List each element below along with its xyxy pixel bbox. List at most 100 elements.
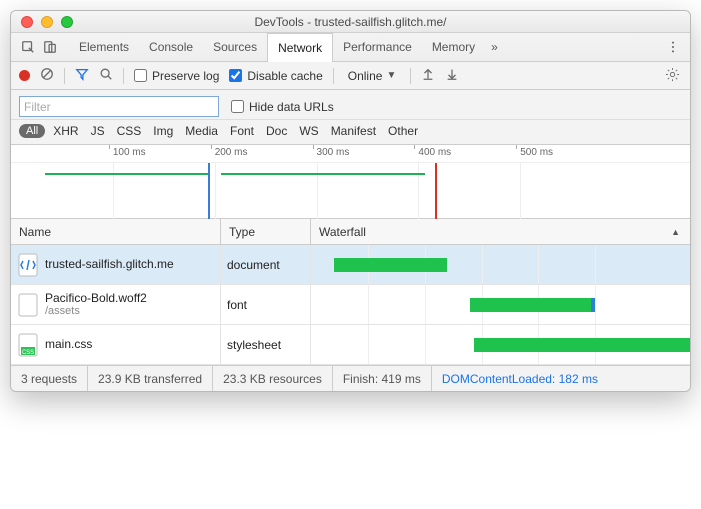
tab-console[interactable]: Console [139, 33, 203, 62]
type-filter-ws[interactable]: WS [295, 124, 322, 138]
titlebar: DevTools - trusted-sailfish.glitch.me/ [11, 11, 690, 33]
file-icon [17, 292, 39, 318]
cell-type: stylesheet [221, 325, 311, 364]
minimize-icon[interactable] [41, 16, 53, 28]
col-waterfall[interactable]: Waterfall ▲ [311, 219, 690, 244]
network-toolbar: Preserve log Disable cache Online ▼ [11, 62, 690, 90]
request-table-body: trusted-sailfish.glitch.medocumentPacifi… [11, 245, 690, 365]
har-import-icon[interactable] [421, 67, 435, 84]
tick-label: 400 ms [418, 147, 451, 158]
tab-sources[interactable]: Sources [203, 33, 267, 62]
table-row[interactable]: Pacifico-Bold.woff2/assetsfont [11, 285, 690, 325]
filter-input[interactable] [19, 96, 219, 117]
cell-name: Pacifico-Bold.woff2/assets [11, 285, 221, 324]
window-title: DevTools - trusted-sailfish.glitch.me/ [11, 15, 690, 29]
type-filter-img[interactable]: Img [149, 124, 177, 138]
file-name: main.css [45, 337, 92, 351]
status-domcontentloaded: DOMContentLoaded: 182 ms [432, 366, 608, 391]
tick-label: 300 ms [317, 147, 350, 158]
tab-list: Elements Console Sources Network Perform… [69, 33, 485, 62]
waterfall-bar [470, 298, 591, 312]
preserve-log-input[interactable] [134, 69, 147, 82]
tab-performance[interactable]: Performance [333, 33, 422, 62]
waterfall-bar [474, 338, 690, 352]
cell-type: document [221, 245, 311, 284]
waterfall-cap [591, 298, 595, 312]
type-filter-css[interactable]: CSS [113, 124, 146, 138]
preserve-log-checkbox[interactable]: Preserve log [134, 69, 219, 83]
type-filter-xhr[interactable]: XHR [49, 124, 82, 138]
chevron-down-icon: ▼ [386, 70, 396, 81]
har-export-icon[interactable] [445, 67, 459, 84]
file-icon [17, 252, 39, 278]
col-type[interactable]: Type [221, 219, 311, 244]
cell-name: CSS main.css [11, 325, 221, 364]
col-waterfall-label: Waterfall [319, 225, 366, 239]
tab-network[interactable]: Network [267, 33, 333, 62]
status-requests: 3 requests [11, 366, 88, 391]
hide-data-urls-checkbox[interactable]: Hide data URLs [231, 100, 334, 114]
devtools-menu-icon[interactable] [664, 38, 682, 56]
window-controls [11, 16, 73, 28]
filter-toggle-icon[interactable] [75, 67, 89, 84]
request-table-header: Name Type Waterfall ▲ [11, 219, 690, 245]
clear-button[interactable] [40, 67, 54, 84]
tick-label: 200 ms [215, 147, 248, 158]
file-name: trusted-sailfish.glitch.me [45, 257, 174, 271]
tab-elements[interactable]: Elements [69, 33, 139, 62]
status-finish: Finish: 419 ms [333, 366, 432, 391]
close-icon[interactable] [21, 16, 33, 28]
cell-type: font [221, 285, 311, 324]
throttling-select[interactable]: Online ▼ [348, 69, 397, 83]
status-transferred: 23.9 KB transferred [88, 366, 213, 391]
status-bar: 3 requests 23.9 KB transferred 23.3 KB r… [11, 365, 690, 391]
filter-bar: Hide data URLs [11, 90, 690, 120]
overview-cursor[interactable] [208, 163, 210, 219]
type-filter-all[interactable]: All [19, 124, 45, 138]
disable-cache-checkbox[interactable]: Disable cache [229, 69, 322, 83]
cell-waterfall [311, 285, 690, 324]
inspect-icon[interactable] [17, 36, 39, 58]
tab-memory[interactable]: Memory [422, 33, 485, 62]
overview-bar [221, 173, 425, 175]
network-settings-icon[interactable] [665, 67, 680, 85]
panel-tabs: Elements Console Sources Network Perform… [11, 33, 690, 62]
timeline-overview[interactable]: 100 ms 200 ms 300 ms 400 ms 500 ms [11, 145, 690, 219]
type-filter-media[interactable]: Media [181, 124, 222, 138]
type-filter-doc[interactable]: Doc [262, 124, 291, 138]
disable-cache-label: Disable cache [247, 69, 322, 83]
overview-bar [45, 173, 208, 175]
tick-row: 100 ms 200 ms 300 ms 400 ms 500 ms [11, 145, 690, 163]
disable-cache-input[interactable] [229, 69, 242, 82]
tick-label: 100 ms [113, 147, 146, 158]
col-name[interactable]: Name [11, 219, 221, 244]
table-row[interactable]: trusted-sailfish.glitch.me document [11, 245, 690, 285]
tick-label: 500 ms [520, 147, 553, 158]
table-row[interactable]: CSS main.css stylesheet [11, 325, 690, 365]
zoom-icon[interactable] [61, 16, 73, 28]
cell-waterfall [311, 325, 690, 364]
devtools-window: DevTools - trusted-sailfish.glitch.me/ E… [10, 10, 691, 392]
waterfall-bar [334, 258, 448, 272]
type-filter-font[interactable]: Font [226, 124, 258, 138]
type-filter-row: All XHR JS CSS Img Media Font Doc WS Man… [11, 120, 690, 145]
file-name: Pacifico-Bold.woff2 [45, 291, 147, 305]
cell-waterfall [311, 245, 690, 284]
hide-data-urls-input[interactable] [231, 100, 244, 113]
status-resources: 23.3 KB resources [213, 366, 333, 391]
type-filter-js[interactable]: JS [87, 124, 109, 138]
more-tabs-button[interactable]: » [491, 40, 498, 54]
file-path: /assets [45, 305, 147, 318]
search-icon[interactable] [99, 67, 113, 84]
file-icon: CSS [17, 332, 39, 358]
overview-body [11, 163, 690, 219]
hide-data-urls-label: Hide data URLs [249, 100, 334, 114]
sort-asc-icon: ▲ [671, 227, 680, 237]
type-filter-manifest[interactable]: Manifest [327, 124, 380, 138]
overview-load-marker [435, 163, 437, 219]
type-filter-other[interactable]: Other [384, 124, 422, 138]
preserve-log-label: Preserve log [152, 69, 219, 83]
throttling-value: Online [348, 69, 383, 83]
record-button[interactable] [19, 70, 30, 81]
device-toggle-icon[interactable] [39, 36, 61, 58]
